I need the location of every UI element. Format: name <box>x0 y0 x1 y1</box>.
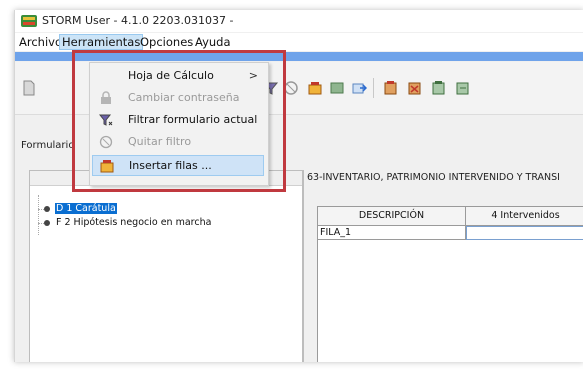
menu-item-label: Insertar filas ... <box>129 159 212 172</box>
toolbar-separator <box>373 78 374 98</box>
new-document-icon[interactable] <box>21 80 37 96</box>
form-grid: DESCRIPCIÓN 4 Intervenidos FILA_1 <box>317 206 583 362</box>
table-cell-descripcion[interactable]: FILA_1 <box>318 226 466 240</box>
tree-item-label: D 1 Carátula <box>55 203 117 214</box>
tree-node-icon <box>44 205 50 212</box>
menu-opciones[interactable]: Opciones <box>138 35 195 49</box>
remove-filter-icon <box>98 134 114 150</box>
menu-accent-strip <box>15 52 583 61</box>
form-tab[interactable]: Formulario <box>21 140 74 151</box>
menu-item-label: Quitar filtro <box>128 135 192 148</box>
menu-ayuda[interactable]: Ayuda <box>193 35 233 49</box>
tree-item-label: F 2 Hipótesis negocio en marcha <box>56 217 212 228</box>
column-header-intervenidos[interactable]: 4 Intervenidos <box>466 207 583 226</box>
submenu-arrow-icon: > <box>248 69 258 82</box>
menu-bar: Archivo Herramientas Opciones Ayuda <box>15 33 583 51</box>
form-title: 63-INVENTARIO, PATRIMONIO INTERVENIDO Y … <box>307 172 560 183</box>
menu-item-label: Cambiar contraseña <box>128 91 240 104</box>
insert-rows-icon <box>99 158 115 174</box>
tree-connector-vertical <box>38 195 39 235</box>
menu-item-hoja-de-calculo[interactable]: Hoja de Cálculo > <box>92 65 264 86</box>
table-cell-intervenidos[interactable] <box>466 226 583 240</box>
storm-app-icon <box>21 14 37 28</box>
title-bar: STORM User - 4.1.0 2203.031037 - <box>15 10 583 32</box>
panel-divider[interactable] <box>303 170 304 362</box>
menu-item-cambiar-contrasena[interactable]: Cambiar contraseña <box>92 87 264 108</box>
export-toolbar-icon[interactable] <box>455 80 471 96</box>
window-title: STORM User - 4.1.0 2203.031037 - <box>42 14 234 27</box>
lock-icon <box>98 90 114 106</box>
remove-filter-toolbar-icon[interactable] <box>283 80 299 96</box>
tree-item-caratula[interactable]: D 1 Carátula <box>44 202 117 215</box>
insert-rows-toolbar-icon[interactable] <box>307 80 323 96</box>
copy-row-toolbar-icon[interactable] <box>431 80 447 96</box>
menu-herramientas[interactable]: Herramientas <box>59 34 144 50</box>
arrow-toolbar-icon[interactable] <box>351 80 368 96</box>
add-row-toolbar-icon[interactable] <box>383 80 399 96</box>
grid-toolbar-icon[interactable] <box>329 80 345 96</box>
menu-item-quitar-filtro[interactable]: Quitar filtro <box>92 131 264 152</box>
menu-item-label: Hoja de Cálculo <box>128 69 214 82</box>
app-window: STORM User - 4.1.0 2203.031037 - Archivo… <box>14 10 583 362</box>
spreadsheet-icon <box>98 68 114 84</box>
column-header-descripcion[interactable]: DESCRIPCIÓN <box>318 207 466 226</box>
menu-item-label: Filtrar formulario actual <box>128 113 258 126</box>
catalog-tree-panel: Catálogos D 1 Carátula F 2 Hipótesis neg… <box>29 170 303 362</box>
delete-row-toolbar-icon[interactable] <box>407 80 423 96</box>
herramientas-dropdown-menu: Hoja de Cálculo > Cambiar contraseña Fil… <box>89 62 269 186</box>
menu-item-insertar-filas[interactable]: Insertar filas ... <box>92 155 264 176</box>
tree-item-hipotesis[interactable]: F 2 Hipótesis negocio en marcha <box>44 216 212 229</box>
filter-icon <box>98 112 114 128</box>
menu-archivo[interactable]: Archivo <box>17 35 64 49</box>
menu-item-filtrar-formulario[interactable]: Filtrar formulario actual <box>92 109 264 130</box>
tree-node-icon <box>44 219 50 226</box>
